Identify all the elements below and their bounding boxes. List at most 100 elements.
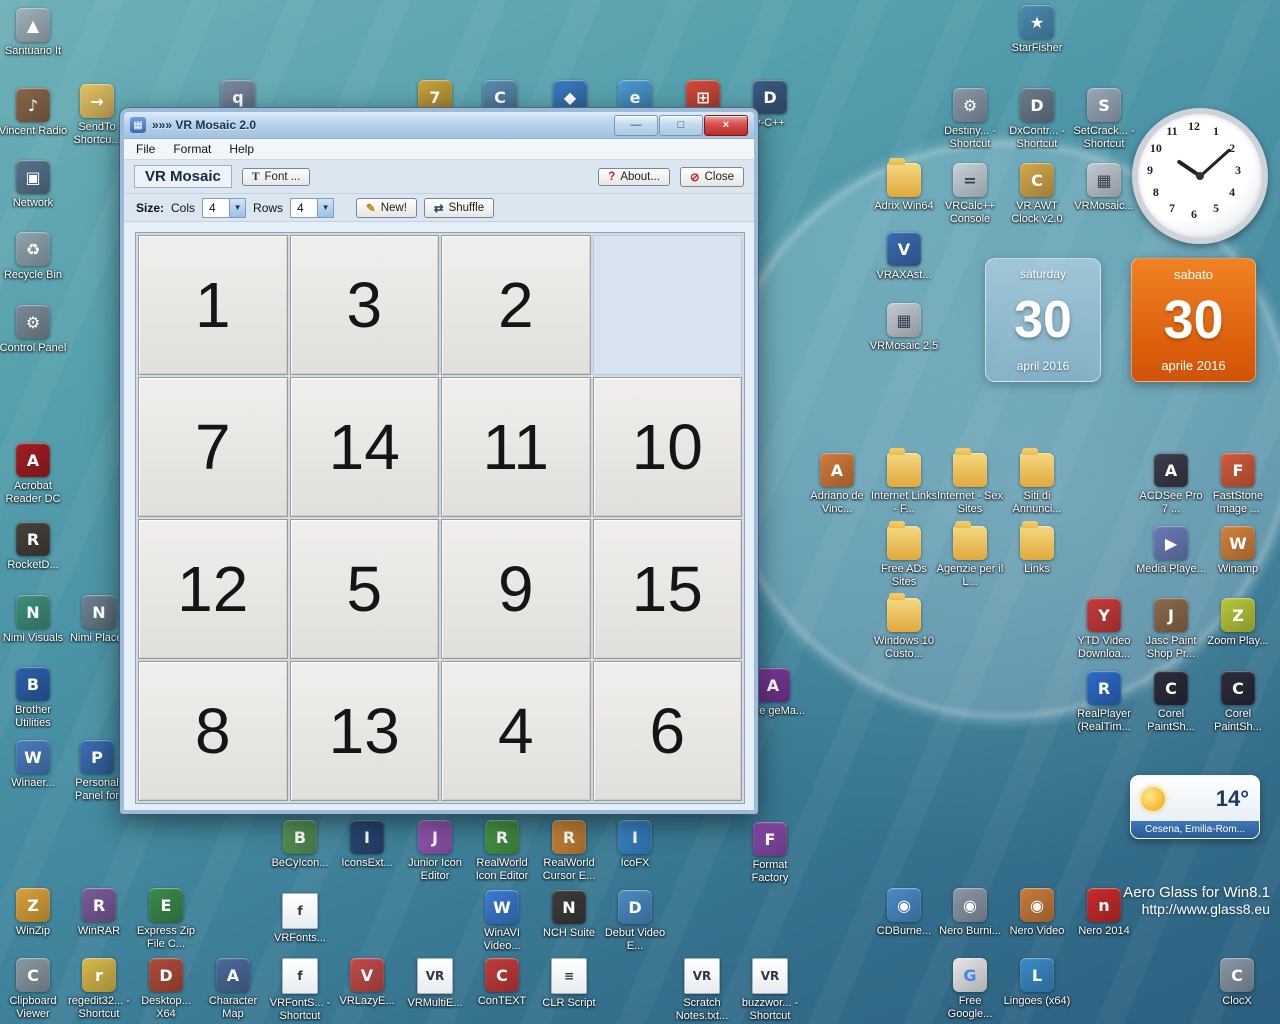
desktop-icon-acrobat-reader-dc[interactable]: A Acrobat Reader DC: [0, 443, 68, 505]
desktop-icon-vrfonts-shortcut[interactable]: f VRFontS... - Shortcut: [265, 958, 335, 1022]
desktop-icon-internet-sex-sites[interactable]: Internet - Sex Sites: [935, 448, 1005, 515]
desktop-icon-express-zip-file-c[interactable]: E Express Zip File C...: [131, 888, 201, 950]
mosaic-tile-12[interactable]: 12: [138, 519, 288, 659]
mosaic-tile-5[interactable]: 5: [289, 519, 439, 659]
desktop-icon-links[interactable]: Links: [1002, 521, 1072, 576]
desktop-icon-iconsext[interactable]: I IconsExt...: [332, 820, 402, 870]
desktop-icon-winzip[interactable]: Z WinZip: [0, 888, 68, 938]
desktop-icon-vrmosaic-2-5[interactable]: ▦ VRMosaic 2.5: [869, 303, 939, 353]
desktop-icon-starfisher[interactable]: ★ StarFisher: [1002, 5, 1072, 55]
clock-gadget[interactable]: 12 1 2 3 4 5 6 7 8 9 10 11: [1132, 108, 1268, 244]
mosaic-tile-3[interactable]: 3: [289, 235, 439, 375]
desktop-icon-nero-burni[interactable]: ◉ Nero Burni...: [935, 888, 1005, 938]
desktop-icon-cdburne[interactable]: ◉ CDBurne...: [869, 888, 939, 938]
desktop-icon-corel-paintsh[interactable]: C Corel PaintSh...: [1136, 671, 1206, 733]
mosaic-tile-9[interactable]: 9: [441, 519, 591, 659]
desktop-icon-debut-video-e[interactable]: D Debut Video E...: [600, 890, 670, 952]
about-button[interactable]: ? About...: [598, 167, 670, 186]
desktop-icon-regedit32-shortcut[interactable]: r regedit32... - Shortcut: [64, 958, 134, 1020]
desktop-icon-vr-awt-clock-v2-0[interactable]: C VR AWT Clock v2.0: [1002, 163, 1072, 225]
desktop-icon-winaer[interactable]: W Winaer...: [0, 740, 68, 790]
mosaic-tile-2[interactable]: 2: [441, 235, 591, 375]
desktop-icon-brother-utilities[interactable]: B Brother Utilities: [0, 667, 68, 729]
mosaic-tile-14[interactable]: 14: [289, 377, 439, 517]
desktop-icon-network[interactable]: ▣ Network: [0, 160, 68, 210]
weather-gadget[interactable]: 14° Cesena, Emilia-Rom...: [1130, 775, 1260, 839]
desktop-icon-realworld-icon-editor[interactable]: R RealWorld Icon Editor: [467, 820, 537, 882]
mosaic-tile-11[interactable]: 11: [441, 377, 591, 517]
maximize-button[interactable]: □: [659, 114, 703, 136]
desktop-icon-vraxast[interactable]: V VRAXAst...: [869, 232, 939, 282]
desktop-icon-vrfonts[interactable]: f VRFonts...: [265, 893, 335, 945]
desktop-icon-jasc-paint-shop-pr[interactable]: J Jasc Paint Shop Pr...: [1136, 598, 1206, 660]
desktop-icon-santuario-it[interactable]: ▲ Santuario It: [0, 8, 68, 58]
menu-file[interactable]: File: [128, 140, 163, 158]
desktop-icon-winavi-video[interactable]: W WinAVI Video...: [467, 890, 537, 952]
desktop-icon-clr-script[interactable]: ≡ CLR Script: [534, 958, 604, 1010]
shuffle-button[interactable]: ⇄ Shuffle: [423, 197, 495, 218]
desktop-icon-setcrack-shortcut[interactable]: S SetCrack... - Shortcut: [1069, 88, 1139, 150]
desktop-icon-control-panel[interactable]: ⚙ Control Panel: [0, 305, 68, 355]
cols-select[interactable]: 4 ▼: [202, 197, 247, 218]
glass-calendar-gadget[interactable]: saturday 30 april 2016: [985, 258, 1101, 382]
desktop-icon-free-google[interactable]: G Free Google...: [935, 958, 1005, 1020]
mosaic-tile-15[interactable]: 15: [592, 519, 742, 659]
desktop-icon-clipboard-viewer[interactable]: C Clipboard Viewer: [0, 958, 68, 1020]
menu-help[interactable]: Help: [221, 140, 262, 158]
desktop-icon-adriano-de-vinc[interactable]: A Adriano de Vinc...: [802, 453, 872, 515]
desktop-icon-vrmosaic[interactable]: ▦ VRMosaic...: [1069, 163, 1139, 213]
mosaic-tile-7[interactable]: 7: [138, 377, 288, 517]
desktop-icon-rocketd[interactable]: R RocketD...: [0, 522, 68, 572]
desktop-icon-faststone-image[interactable]: F FastStone Image ...: [1203, 453, 1273, 515]
mosaic-tile-10[interactable]: 10: [592, 377, 742, 517]
desktop-icon-clocx[interactable]: C ClocX: [1202, 958, 1272, 1008]
desktop-icon-adrix-win64[interactable]: Adrix Win64: [869, 158, 939, 213]
mosaic-tile-13[interactable]: 13: [289, 661, 439, 801]
desktop-icon-windows-10-custo[interactable]: Windows 10 Custo...: [869, 593, 939, 660]
desktop-icon-icofx[interactable]: I IcoFX: [600, 820, 670, 870]
desktop-icon-dxcontr-shortcut[interactable]: D DxContr... - Shortcut: [1002, 88, 1072, 150]
mosaic-tile-4[interactable]: 4: [441, 661, 591, 801]
desktop-icon-corel-paintsh[interactable]: C Corel PaintSh...: [1203, 671, 1273, 733]
desktop-icon-vrmultie[interactable]: VR VRMultiE...: [400, 958, 470, 1010]
desktop-icon-character-map[interactable]: A Character Map: [198, 958, 268, 1020]
desktop-icon-siti-di-annunci[interactable]: Siti di Annunci...: [1002, 448, 1072, 515]
desktop-icon-becyicon[interactable]: B BeCyIcon...: [265, 820, 335, 870]
desktop-icon-nch-suite[interactable]: N NCH Suite: [534, 890, 604, 940]
desktop-icon-recycle-bin[interactable]: ♻ Recycle Bin: [0, 232, 68, 282]
desktop-icon-acdsee-pro-7[interactable]: A ACDSee Pro 7 ...: [1136, 453, 1206, 515]
desktop-icon-format-factory[interactable]: F Format Factory: [735, 822, 805, 884]
mosaic-tile-6[interactable]: 6: [592, 661, 742, 801]
desktop-icon-destiny-shortcut[interactable]: ⚙ Destiny... - Shortcut: [935, 88, 1005, 150]
desktop-icon-scratch-notes-txt[interactable]: VR Scratch Notes.txt...: [667, 958, 737, 1022]
titlebar[interactable]: ▦ »»» VR Mosaic 2.0 — □ ×: [124, 112, 754, 139]
desktop-icon-media-playe[interactable]: ▶ Media Playe...: [1136, 526, 1206, 576]
desktop-icon-vincent-radio[interactable]: ♪ Vincent Radio: [0, 88, 68, 138]
desktop-icon-desktop-x64[interactable]: D Desktop... X64: [131, 958, 201, 1020]
desktop-icon-free-ads-sites[interactable]: Free ADs Sites: [869, 521, 939, 588]
desktop-icon-zoom-play[interactable]: Z Zoom Play...: [1203, 598, 1273, 648]
close-action-button[interactable]: ⊘ Close: [679, 166, 744, 187]
desktop-icon-winrar[interactable]: R WinRAR: [64, 888, 134, 938]
desktop-icon-junior-icon-editor[interactable]: J Junior Icon Editor: [400, 820, 470, 882]
desktop-icon-nero-video[interactable]: ◉ Nero Video: [1002, 888, 1072, 938]
desktop-icon-winamp[interactable]: W Winamp: [1203, 526, 1273, 576]
orange-calendar-gadget[interactable]: sabato 30 aprile 2016: [1131, 258, 1256, 382]
rows-select[interactable]: 4 ▼: [290, 197, 335, 218]
desktop-icon-vrlazye[interactable]: V VRLazyE...: [332, 958, 402, 1008]
desktop-icon-vrcalc-console[interactable]: = VRCalc++ Console: [935, 163, 1005, 225]
desktop-icon-buzzwor-shortcut[interactable]: VR buzzwor... - Shortcut: [735, 958, 805, 1022]
new-button[interactable]: ✎ New!: [356, 197, 417, 218]
desktop-icon-ytd-video-downloa[interactable]: Y YTD Video Downloa...: [1069, 598, 1139, 660]
desktop-icon-lingoes-x64[interactable]: L Lingoes (x64): [1002, 958, 1072, 1008]
desktop-icon-internet-links-f[interactable]: Internet Links - F...: [869, 448, 939, 515]
desktop-icon-context[interactable]: C ConTEXT: [467, 958, 537, 1008]
menu-format[interactable]: Format: [165, 140, 219, 158]
desktop-icon-nimi-visuals[interactable]: N Nimi Visuals: [0, 595, 68, 645]
mosaic-tile-1[interactable]: 1: [138, 235, 288, 375]
desktop-icon-realworld-cursor-e[interactable]: R RealWorld Cursor E...: [534, 820, 604, 882]
mosaic-tile-8[interactable]: 8: [138, 661, 288, 801]
desktop-icon-agenzie-per-il-l[interactable]: Agenzie per il L...: [935, 521, 1005, 588]
minimize-button[interactable]: —: [614, 114, 658, 136]
font-button[interactable]: T Font ...: [241, 167, 311, 186]
